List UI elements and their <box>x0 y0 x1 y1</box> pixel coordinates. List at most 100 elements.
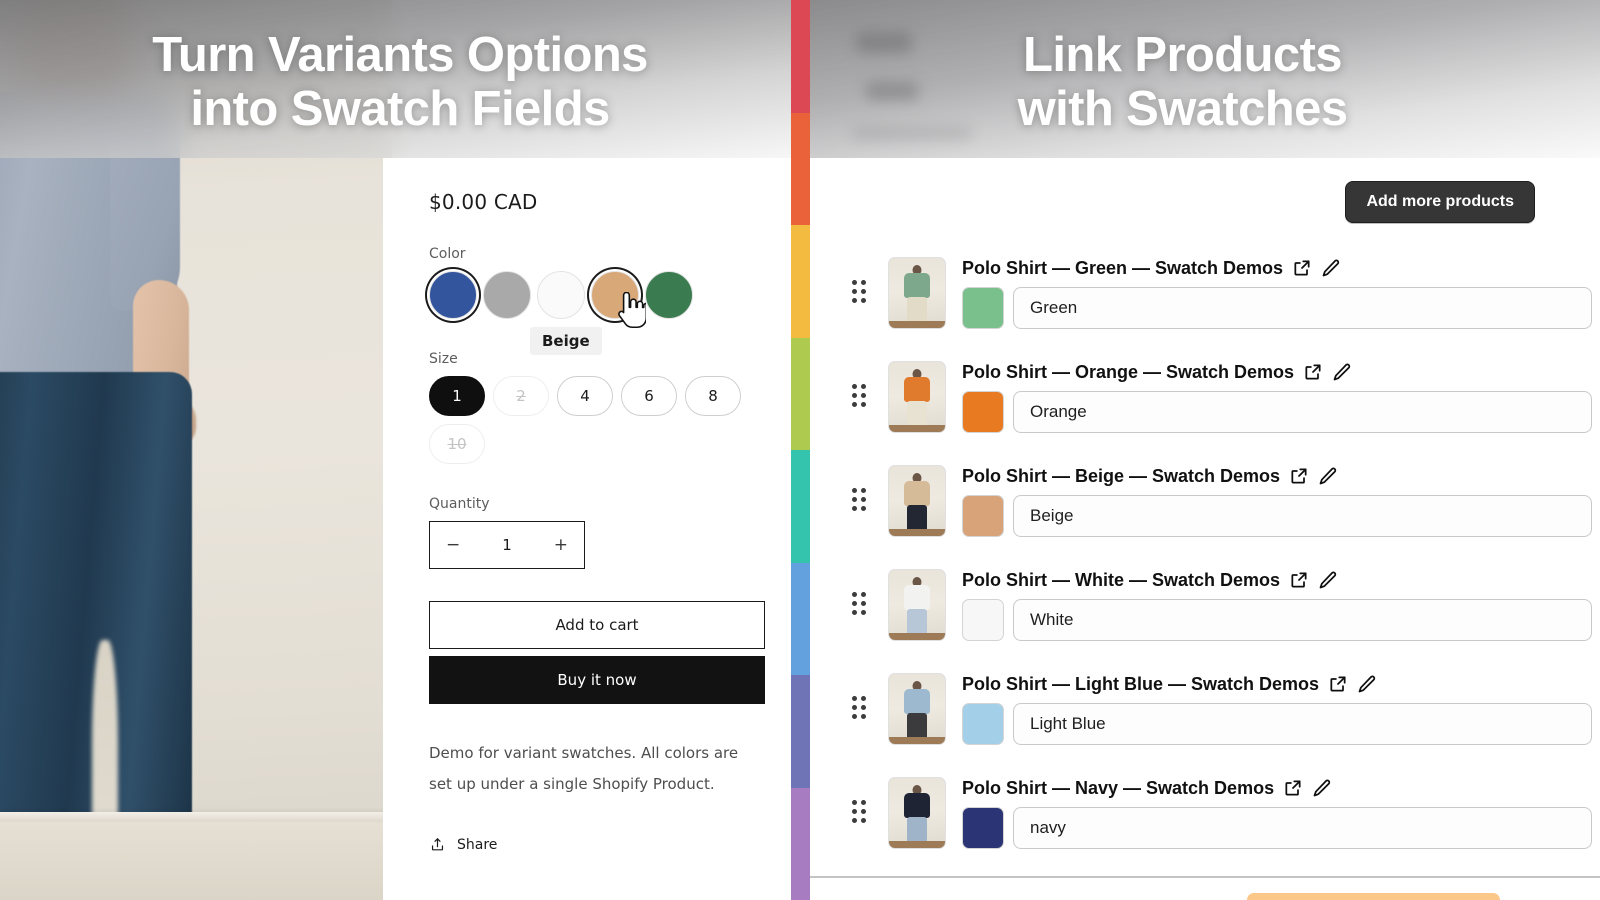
external-link-icon[interactable] <box>1292 258 1312 278</box>
swatch-color-chip[interactable] <box>962 702 1004 745</box>
linked-product-row: Polo Shirt — Navy — Swatch Demos <box>810 761 1600 865</box>
swatch-value-input[interactable] <box>1013 494 1592 537</box>
pencil-icon[interactable] <box>1357 674 1377 694</box>
drag-handle-icon[interactable] <box>852 800 870 826</box>
size-pill-4[interactable]: 4 <box>557 376 613 416</box>
swatch-value-input[interactable] <box>1013 702 1592 745</box>
color-swatch-green[interactable] <box>645 271 693 319</box>
product-thumbnail <box>888 569 946 641</box>
swatch-value-input[interactable] <box>1013 286 1592 329</box>
product-title: Polo Shirt — Green — Swatch Demos <box>962 258 1592 279</box>
swatch-field-row <box>962 286 1592 329</box>
pencil-icon[interactable] <box>1321 258 1341 278</box>
drag-handle-icon[interactable] <box>852 384 870 410</box>
swatch-field-row <box>962 806 1592 849</box>
product-title: Polo Shirt — White — Swatch Demos <box>962 570 1592 591</box>
drag-handle-icon[interactable] <box>852 592 870 618</box>
product-title: Polo Shirt — Navy — Swatch Demos <box>962 778 1592 799</box>
wall-baseboard <box>0 812 392 822</box>
product-info-panel: $0.00 CAD Color Size 1 2 4 6 8 10 Quantity − … <box>383 158 791 900</box>
swatch-color-chip[interactable] <box>962 494 1004 537</box>
external-link-icon[interactable] <box>1328 674 1348 694</box>
swatch-color-chip[interactable] <box>962 390 1004 433</box>
divider-band-6 <box>791 562 810 675</box>
rainbow-divider <box>791 0 810 900</box>
quantity-decrease-button[interactable]: − <box>446 536 460 554</box>
quantity-stepper[interactable]: − 1 + <box>429 521 585 569</box>
swatch-field-row <box>962 390 1592 433</box>
color-swatch-row <box>429 271 791 329</box>
drag-handle-icon[interactable] <box>852 280 870 306</box>
wall-lower <box>0 822 392 900</box>
divider-band-5 <box>791 450 810 563</box>
swatch-color-chip[interactable] <box>962 806 1004 849</box>
product-title-text: Polo Shirt — Light Blue — Swatch Demos <box>962 673 1320 694</box>
quantity-value[interactable]: 1 <box>502 536 512 554</box>
add-to-cart-button[interactable]: Add to cart <box>429 601 765 649</box>
row-body: Polo Shirt — White — Swatch Demos <box>962 570 1600 641</box>
swatch-color-chip[interactable] <box>962 598 1004 641</box>
left-hero-headline: Turn Variants Options into Swatch Fields <box>152 28 648 136</box>
divider-band-7 <box>791 675 810 788</box>
product-thumbnail <box>888 257 946 329</box>
linked-products-list: Polo Shirt — Green — Swatch Demos Polo Sh… <box>810 241 1600 865</box>
external-link-icon[interactable] <box>1283 778 1303 798</box>
divider-band-1 <box>791 0 810 113</box>
mouse-cursor-icon <box>618 292 646 329</box>
drag-handle-icon[interactable] <box>852 696 870 722</box>
color-swatch-grey[interactable] <box>483 271 531 319</box>
linked-product-row: Polo Shirt — White — Swatch Demos <box>810 553 1600 657</box>
product-title: Polo Shirt — Light Blue — Swatch Demos <box>962 674 1592 695</box>
size-pill-6[interactable]: 6 <box>621 376 677 416</box>
share-button[interactable]: Share <box>429 836 791 853</box>
external-link-icon[interactable] <box>1289 570 1309 590</box>
pencil-icon[interactable] <box>1312 778 1332 798</box>
size-pill-10: 10 <box>429 424 485 464</box>
swatch-value-input[interactable] <box>1013 390 1592 433</box>
linked-product-row: Polo Shirt — Beige — Swatch Demos <box>810 449 1600 553</box>
product-title-text: Polo Shirt — Navy — Swatch Demos <box>962 777 1275 798</box>
ghost-caption-block <box>852 128 972 139</box>
row-body: Polo Shirt — Beige — Swatch Demos <box>962 466 1600 537</box>
size-pill-1[interactable]: 1 <box>429 376 485 416</box>
quantity-increase-button[interactable]: + <box>554 536 568 554</box>
right-hero-headline: Link Products with Swatches <box>1017 28 1348 136</box>
product-title-text: Polo Shirt — Orange — Swatch Demos <box>962 361 1295 382</box>
divider-band-3 <box>791 225 810 338</box>
product-description: Demo for variant swatches. All colors ar… <box>429 744 739 793</box>
color-swatch-beige[interactable] <box>591 271 646 329</box>
linked-product-row: Polo Shirt — Orange — Swatch Demos <box>810 345 1600 449</box>
external-link-icon[interactable] <box>1289 466 1309 486</box>
linked-product-row: Polo Shirt — Green — Swatch Demos <box>810 241 1600 345</box>
product-title-text: Polo Shirt — White — Swatch Demos <box>962 569 1281 590</box>
size-option-label: Size <box>429 351 458 367</box>
add-more-products-button[interactable]: Add more products <box>1345 181 1535 223</box>
product-title: Polo Shirt — Beige — Swatch Demos <box>962 466 1592 487</box>
product-title-text: Polo Shirt — Green — Swatch Demos <box>962 257 1284 278</box>
color-swatch-blue[interactable] <box>429 271 477 319</box>
buy-it-now-button[interactable]: Buy it now <box>429 656 765 704</box>
ghost-subtitle-block <box>866 82 918 100</box>
color-swatch-white[interactable] <box>537 271 585 319</box>
divider-band-4 <box>791 337 810 450</box>
swatch-color-chip[interactable] <box>962 286 1004 329</box>
swatch-value-input[interactable] <box>1013 806 1592 849</box>
pencil-icon[interactable] <box>1332 362 1352 382</box>
size-pill-group: 1 2 4 6 8 10 <box>429 376 759 464</box>
swatch-field-row <box>962 702 1592 745</box>
quantity-label: Quantity <box>429 496 490 512</box>
product-thumbnail <box>888 465 946 537</box>
product-thumbnail <box>888 361 946 433</box>
size-pill-8[interactable]: 8 <box>685 376 741 416</box>
drag-handle-icon[interactable] <box>852 488 870 514</box>
pencil-icon[interactable] <box>1318 466 1338 486</box>
swatch-value-input[interactable] <box>1013 598 1592 641</box>
external-link-icon[interactable] <box>1303 362 1323 382</box>
divider-band-2 <box>791 112 810 225</box>
screenshot-canvas: $0.00 CAD Color Size 1 2 4 6 8 10 Quantity − … <box>0 0 1600 900</box>
swatch-tooltip: Beige <box>530 327 602 355</box>
row-body: Polo Shirt — Orange — Swatch Demos <box>962 362 1600 433</box>
pencil-icon[interactable] <box>1318 570 1338 590</box>
bottom-orange-bar <box>1247 893 1500 900</box>
product-title: Polo Shirt — Orange — Swatch Demos <box>962 362 1592 383</box>
